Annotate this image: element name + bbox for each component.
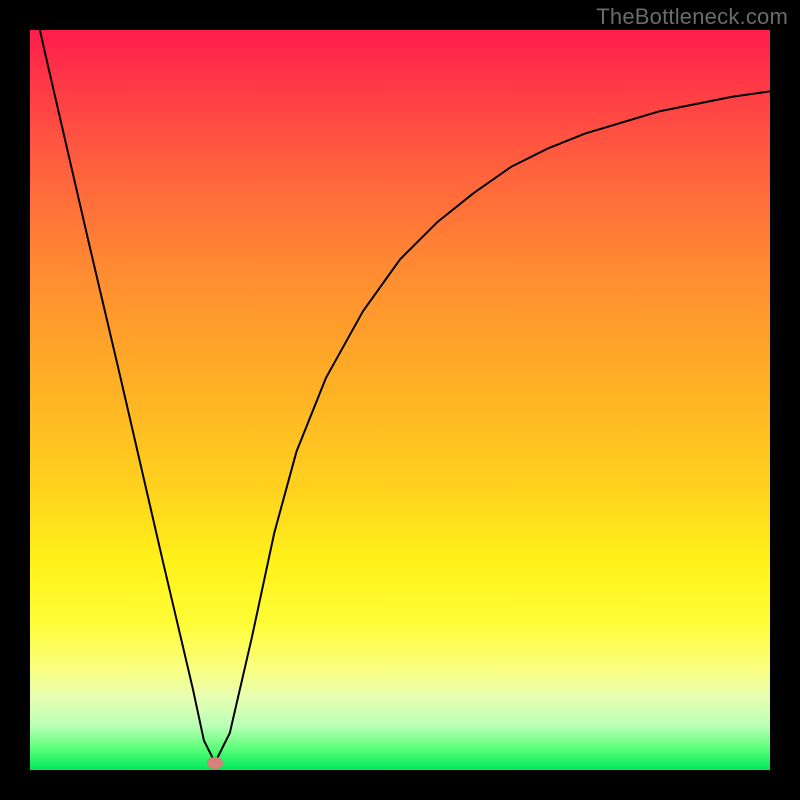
bottleneck-curve [30, 30, 770, 770]
plot-area [30, 30, 770, 770]
minimum-marker [207, 757, 223, 769]
watermark-text: TheBottleneck.com [596, 4, 788, 30]
curve-path [30, 30, 770, 763]
